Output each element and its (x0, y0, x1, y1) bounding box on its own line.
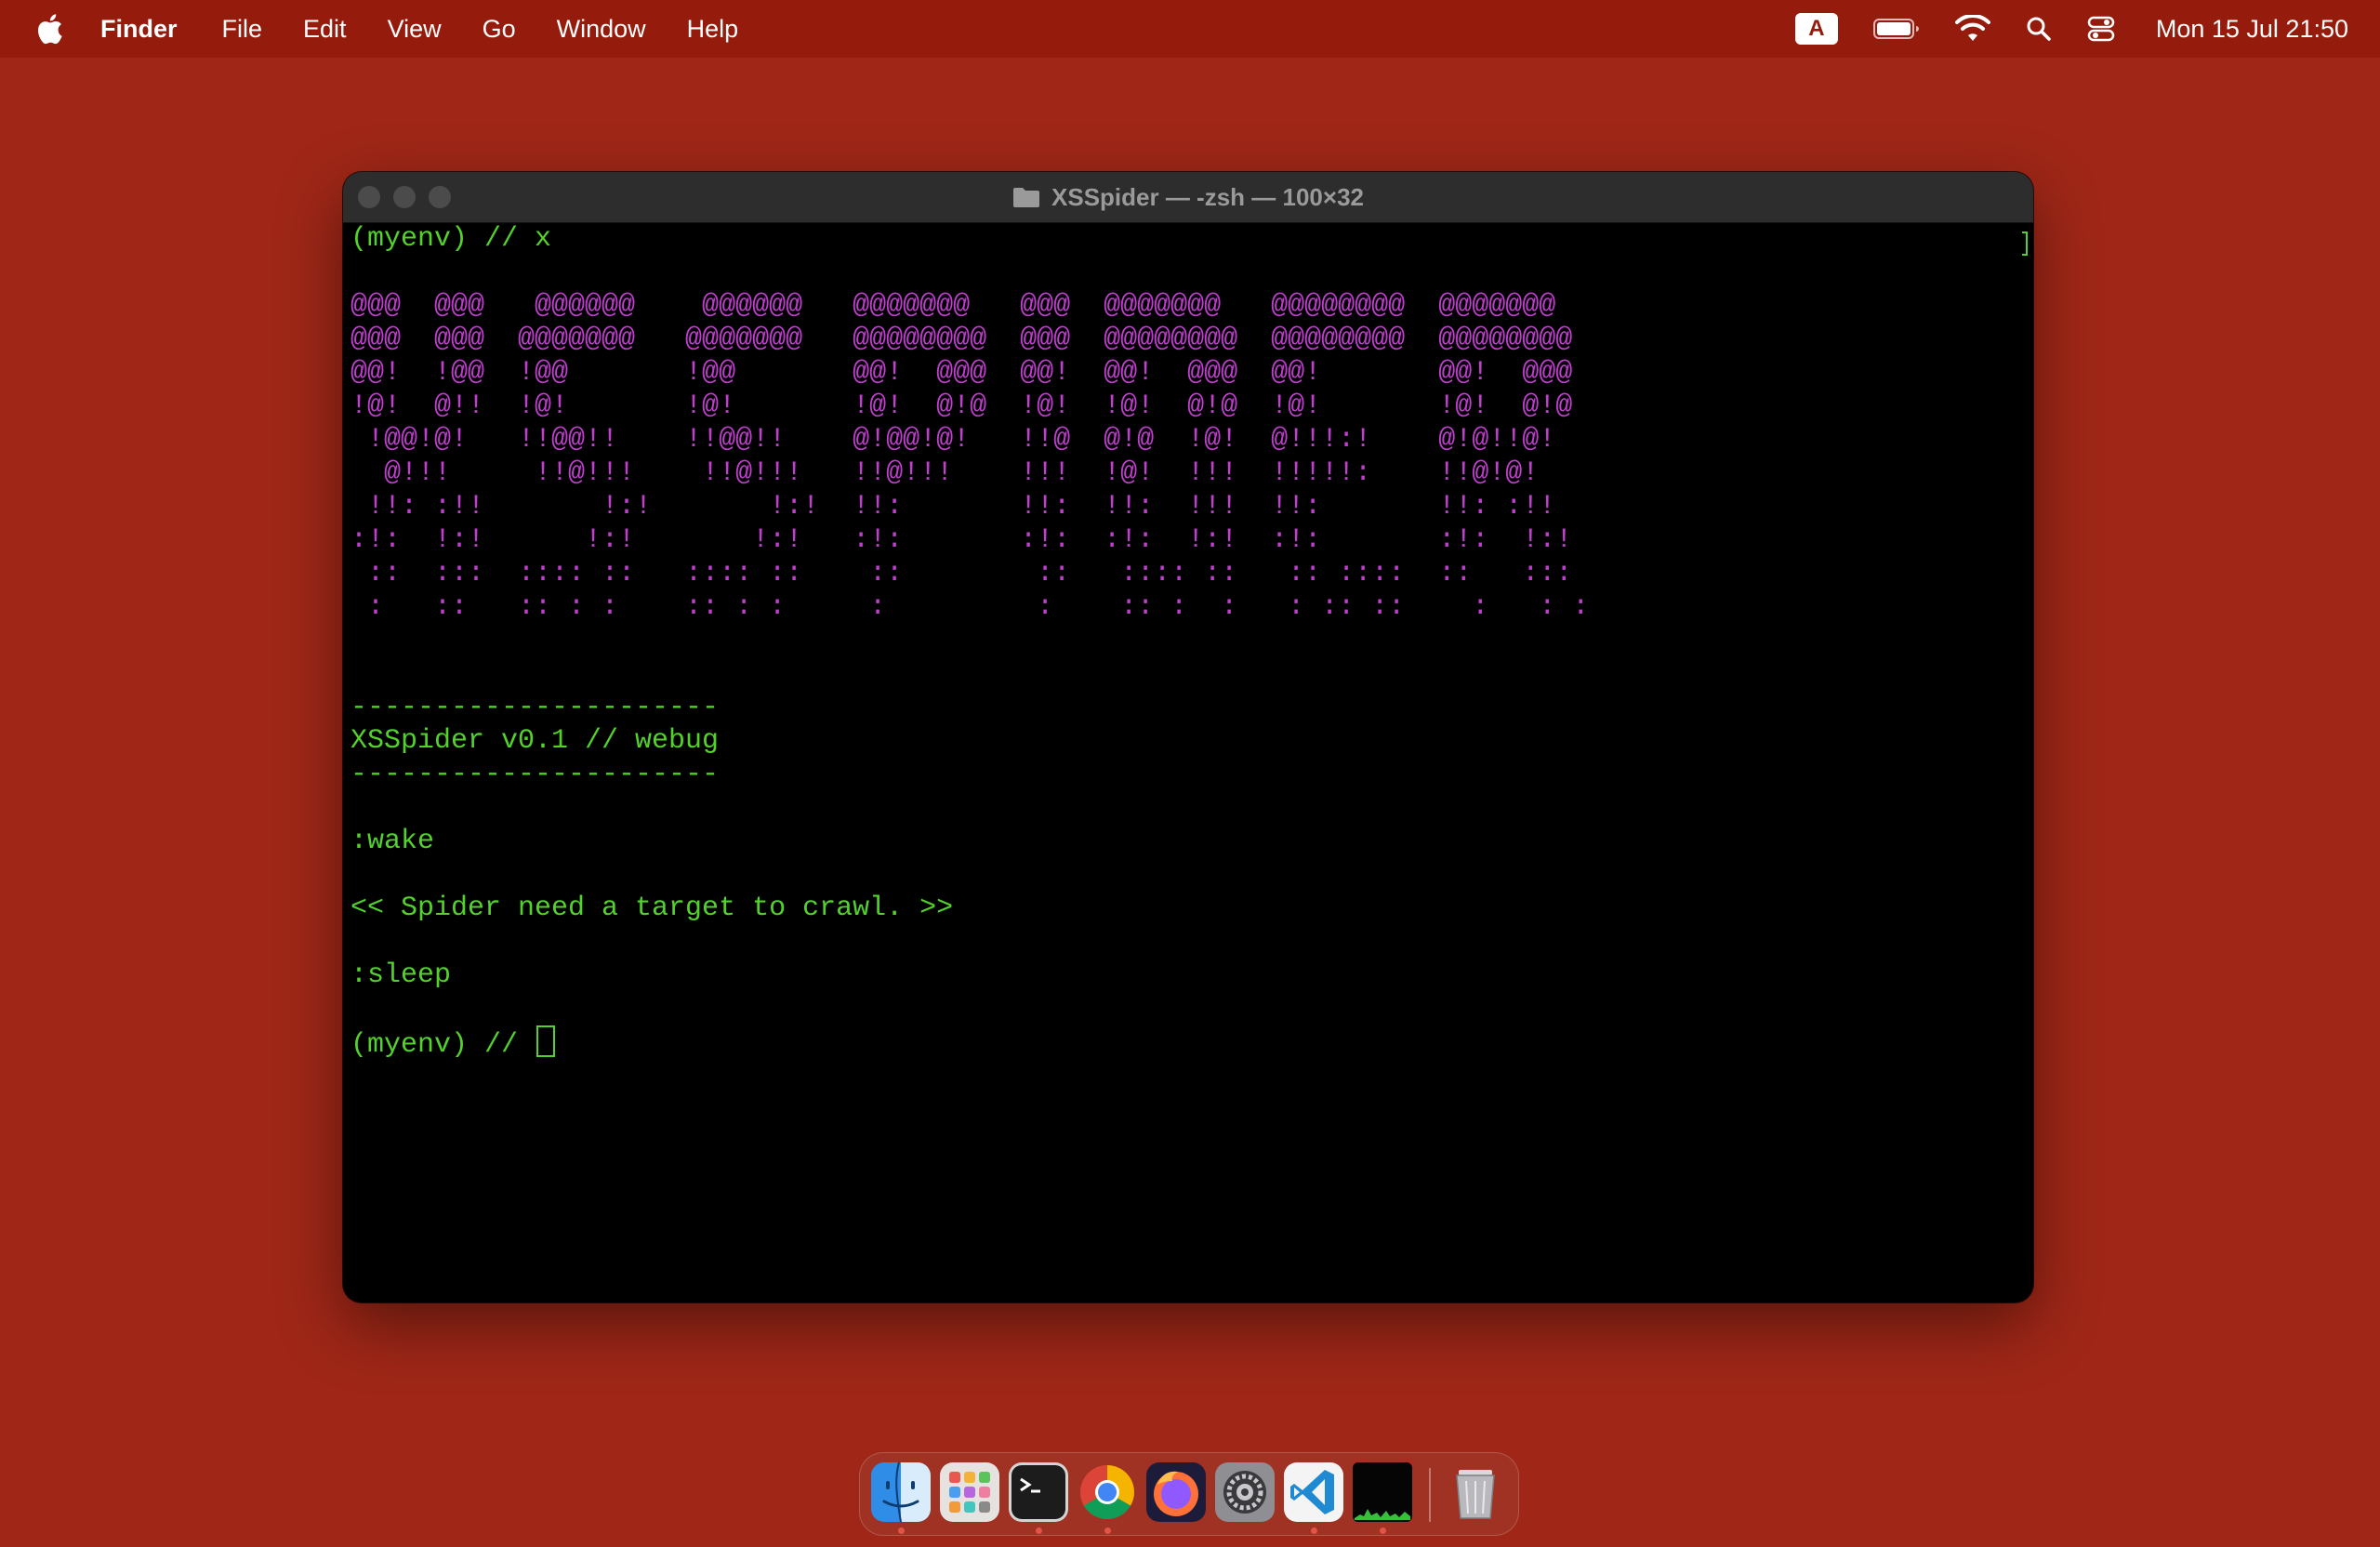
running-indicator (1104, 1527, 1111, 1534)
sleep-line: :sleep (350, 959, 452, 991)
folder-icon (1012, 186, 1040, 208)
banner-line: @@@ @@@ @@@@@@@ @@@@@@@ @@@@@@@@ @@@ @@@… (350, 324, 1573, 355)
dock-separator (1429, 1468, 1431, 1522)
running-indicator (1380, 1527, 1386, 1534)
apple-menu-icon[interactable] (35, 13, 63, 45)
terminal-window: XSSpider — -zsh — 100×32 (myenv) // x @@… (343, 172, 2033, 1302)
running-indicator (1036, 1527, 1042, 1534)
battery-icon[interactable] (1872, 18, 1920, 40)
menu-help[interactable]: Help (687, 15, 739, 44)
wifi-icon[interactable] (1954, 15, 1990, 43)
menu-go[interactable]: Go (483, 15, 516, 44)
spotlight-search-icon[interactable] (2026, 16, 2052, 42)
menu-app-finder[interactable]: Finder (100, 15, 178, 44)
menu-edit[interactable]: Edit (303, 15, 347, 44)
menu-bar: Finder File Edit View Go Window Help A M… (0, 0, 2380, 58)
control-center-icon[interactable] (2087, 16, 2115, 42)
banner-line: :: ::: :::: :: :::: :: :: :: :::: :: :: … (350, 558, 1573, 589)
banner-line: : :: :: : : :: : : : : :: : : : :: :: : … (350, 591, 1590, 623)
text-cursor (536, 1025, 556, 1057)
menu-view[interactable]: View (388, 15, 442, 44)
firefox-icon[interactable] (1146, 1462, 1206, 1522)
banner-line: @@! !@@ !@@ !@@ @@! @@@ @@! @@! @@@ @@! … (350, 357, 1573, 389)
first-prompt-line: (myenv) // x (350, 223, 552, 255)
menu-clock[interactable]: Mon 15 Jul 21:50 (2156, 15, 2348, 44)
running-indicator (1311, 1527, 1317, 1534)
banner-line: !@! @!! !@! !@! !@! @!@ !@! !@! @!@ !@! … (350, 390, 1573, 422)
terminal-output[interactable]: (myenv) // x @@@ @@@ @@@@@@ @@@@@@ @@@@@… (350, 222, 2026, 1302)
banner-line: !!: :!! !:! !:! !!: !!: !!: !!! !!: !!: … (350, 491, 1556, 522)
message-line: << Spider need a target to crawl. >> (350, 892, 954, 924)
banner-line: @!!! !!@!!! !!@!!! !!@!!! !!! !@! !!! !!… (350, 457, 1540, 489)
version-line: XSSpider v0.1 // webug (350, 725, 720, 757)
window-title: XSSpider — -zsh — 100×32 (1051, 182, 1364, 211)
current-prompt-line[interactable]: (myenv) // (350, 1025, 2026, 1061)
system-settings-icon[interactable] (1215, 1462, 1275, 1522)
launchpad-icon[interactable] (940, 1462, 999, 1522)
finder-icon[interactable] (871, 1461, 931, 1523)
running-indicator (898, 1527, 905, 1534)
prompt-text: (myenv) // (350, 1029, 536, 1061)
scroll-marker (2022, 231, 2028, 256)
menu-file[interactable]: File (222, 15, 263, 44)
separator-bottom: ---------------------- (350, 759, 720, 790)
menu-window[interactable]: Window (557, 15, 646, 44)
input-source-icon[interactable]: A (1794, 13, 1838, 45)
chrome-icon[interactable] (1078, 1462, 1137, 1522)
window-titlebar[interactable]: XSSpider — -zsh — 100×32 (343, 172, 2033, 223)
terminal-icon[interactable] (1009, 1462, 1068, 1522)
vscode-icon[interactable] (1284, 1462, 1343, 1522)
wake-line: :wake (350, 826, 435, 857)
window-title-area: XSSpider — -zsh — 100×32 (343, 172, 2033, 222)
separator-top: ---------------------- (350, 692, 720, 723)
banner-line: :!: !:! !:! !:! :!: :!: :!: !:! :!: :!: … (350, 524, 1573, 556)
trash-icon[interactable] (1446, 1462, 1505, 1522)
activity-monitor-icon[interactable] (1353, 1462, 1412, 1522)
dock (859, 1452, 1519, 1536)
banner-line: !@@!@! !!@@!! !!@@!! @!@@!@! !!@ @!@ !@!… (350, 424, 1556, 456)
banner-line: @@@ @@@ @@@@@@ @@@@@@ @@@@@@@ @@@ @@@@@@… (350, 290, 1556, 322)
